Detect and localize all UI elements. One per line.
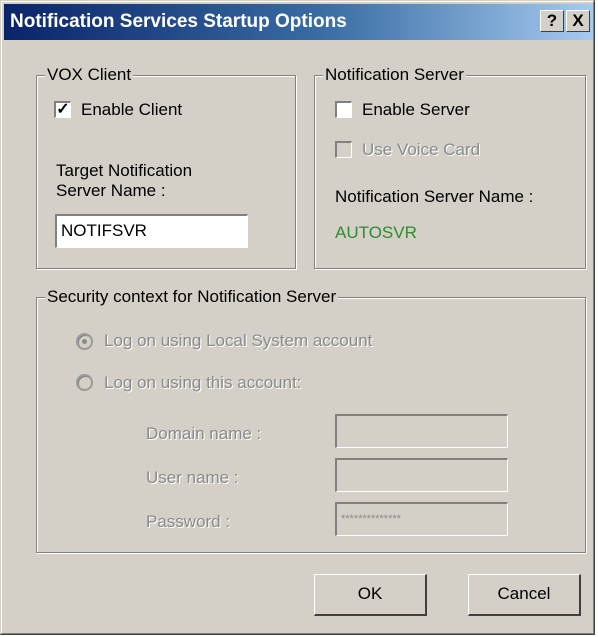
use-voice-card-label[interactable]: Use Voice Card: [362, 140, 480, 160]
password-input[interactable]: **************: [335, 502, 508, 536]
close-button[interactable]: X: [566, 10, 590, 32]
this-account-radio[interactable]: [76, 374, 93, 391]
local-system-label[interactable]: Log on using Local System account: [104, 331, 372, 351]
password-label: Password :: [146, 512, 231, 531]
enable-server-label[interactable]: Enable Server: [362, 100, 470, 120]
help-button[interactable]: ?: [540, 10, 564, 32]
vox-client-legend: VOX Client: [45, 65, 134, 85]
notification-server-legend: Notification Server: [323, 65, 466, 85]
user-name-input[interactable]: [335, 458, 508, 492]
user-name-label: User name :: [146, 468, 239, 487]
title-bar[interactable]: Notification Services Startup Options ? …: [4, 4, 593, 40]
use-voice-card-checkbox[interactable]: [335, 141, 352, 158]
window-title: Notification Services Startup Options: [10, 11, 347, 32]
startup-options-dialog: Notification Services Startup Options ? …: [0, 0, 595, 635]
target-server-label-line2: Server Name :: [56, 181, 166, 200]
enable-client-checkbox[interactable]: ✓: [54, 101, 71, 118]
domain-name-input[interactable]: [335, 414, 508, 448]
target-server-label-line1: Target Notification: [56, 161, 193, 180]
ok-button[interactable]: OK: [314, 574, 427, 616]
checkmark-icon: ✓: [56, 101, 70, 118]
domain-name-label: Domain name :: [146, 424, 262, 443]
security-context-legend: Security context for Notification Server: [45, 287, 339, 307]
enable-server-checkbox[interactable]: [335, 101, 352, 118]
this-account-label[interactable]: Log on using this account:: [104, 373, 302, 393]
enable-client-label[interactable]: Enable Client: [81, 100, 182, 120]
server-name-label: Notification Server Name :: [335, 187, 534, 206]
cancel-button[interactable]: Cancel: [468, 574, 581, 616]
server-name-value: AUTOSVR: [335, 223, 417, 242]
local-system-radio[interactable]: [76, 333, 93, 350]
target-server-name-input[interactable]: NOTIFSVR: [55, 214, 248, 248]
radio-selected-dot: [82, 339, 87, 344]
